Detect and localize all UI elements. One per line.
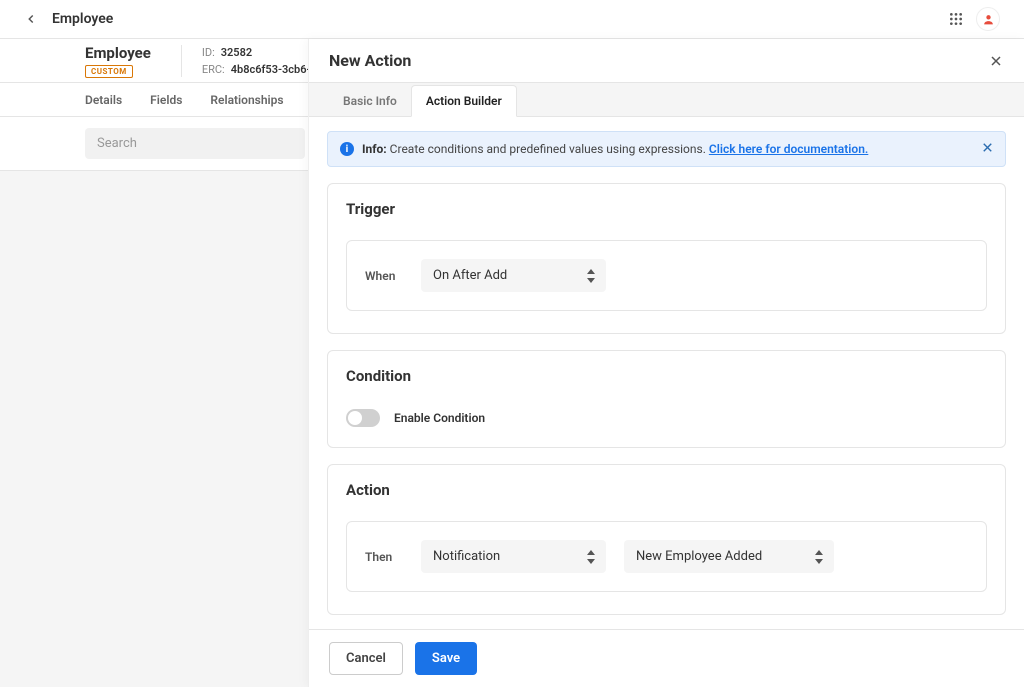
action-type-select[interactable]: Notification: [421, 540, 606, 573]
apps-icon[interactable]: [948, 11, 964, 27]
action-panel: New Action Basic Info Action Builder i I…: [308, 39, 1024, 687]
when-select[interactable]: On After Add: [421, 259, 606, 292]
action-card: Action Then Notification New Employee Ad…: [327, 464, 1006, 615]
info-label: Info:: [362, 142, 387, 156]
enable-condition-toggle[interactable]: [346, 409, 380, 427]
tab-basic-info[interactable]: Basic Info: [329, 86, 411, 116]
panel-title: New Action: [329, 51, 411, 70]
header-left: Employee: [24, 11, 113, 27]
tab-details[interactable]: Details: [85, 93, 122, 107]
info-icon: i: [340, 142, 354, 156]
trigger-title: Trigger: [328, 184, 1005, 234]
save-button[interactable]: Save: [415, 642, 477, 675]
close-icon[interactable]: [988, 53, 1004, 69]
chevron-updown-icon: [586, 550, 596, 564]
panel-body: i Info: Create conditions and predefined…: [309, 117, 1024, 629]
erc-label: ERC:: [202, 63, 225, 76]
enable-condition-label: Enable Condition: [394, 411, 485, 425]
action-title: Action: [328, 465, 1005, 515]
condition-toggle-row: Enable Condition: [328, 401, 1005, 447]
chevron-updown-icon: [814, 550, 824, 564]
back-icon[interactable]: [24, 12, 38, 26]
info-link[interactable]: Click here for documentation.: [709, 142, 868, 156]
action-inner: Then Notification New Employee Added: [346, 521, 987, 592]
info-banner: i Info: Create conditions and predefined…: [327, 131, 1006, 167]
custom-badge: CUSTOM: [85, 65, 133, 78]
info-close-icon[interactable]: [980, 140, 995, 155]
panel-footer: Cancel Save: [309, 629, 1024, 687]
trigger-inner: When On After Add: [346, 240, 987, 311]
when-value: On After Add: [433, 268, 507, 283]
panel-header: New Action: [309, 39, 1024, 83]
id-value: 32582: [221, 46, 252, 59]
action-template-value: New Employee Added: [636, 549, 762, 564]
condition-card: Condition Enable Condition: [327, 350, 1006, 448]
avatar[interactable]: [976, 7, 1000, 31]
breadcrumb: Employee: [52, 11, 113, 27]
entity-name: Employee: [85, 44, 151, 62]
top-header: Employee: [0, 0, 1024, 39]
tab-action-builder[interactable]: Action Builder: [411, 85, 517, 117]
search-input[interactable]: [85, 128, 305, 159]
when-label: When: [365, 269, 403, 283]
trigger-card: Trigger When On After Add: [327, 183, 1006, 334]
panel-tabs: Basic Info Action Builder: [309, 83, 1024, 117]
entity-block: Employee CUSTOM: [85, 44, 151, 78]
then-label: Then: [365, 550, 403, 564]
info-text: Create conditions and predefined values …: [390, 142, 706, 156]
action-type-value: Notification: [433, 549, 500, 564]
header-right: [948, 7, 1000, 31]
tab-relationships[interactable]: Relationships: [210, 93, 283, 107]
action-template-select[interactable]: New Employee Added: [624, 540, 834, 573]
condition-title: Condition: [328, 351, 1005, 401]
id-label: ID:: [202, 46, 215, 59]
tab-fields[interactable]: Fields: [150, 93, 182, 107]
toggle-knob: [348, 411, 362, 425]
chevron-updown-icon: [586, 269, 596, 283]
cancel-button[interactable]: Cancel: [329, 642, 403, 675]
